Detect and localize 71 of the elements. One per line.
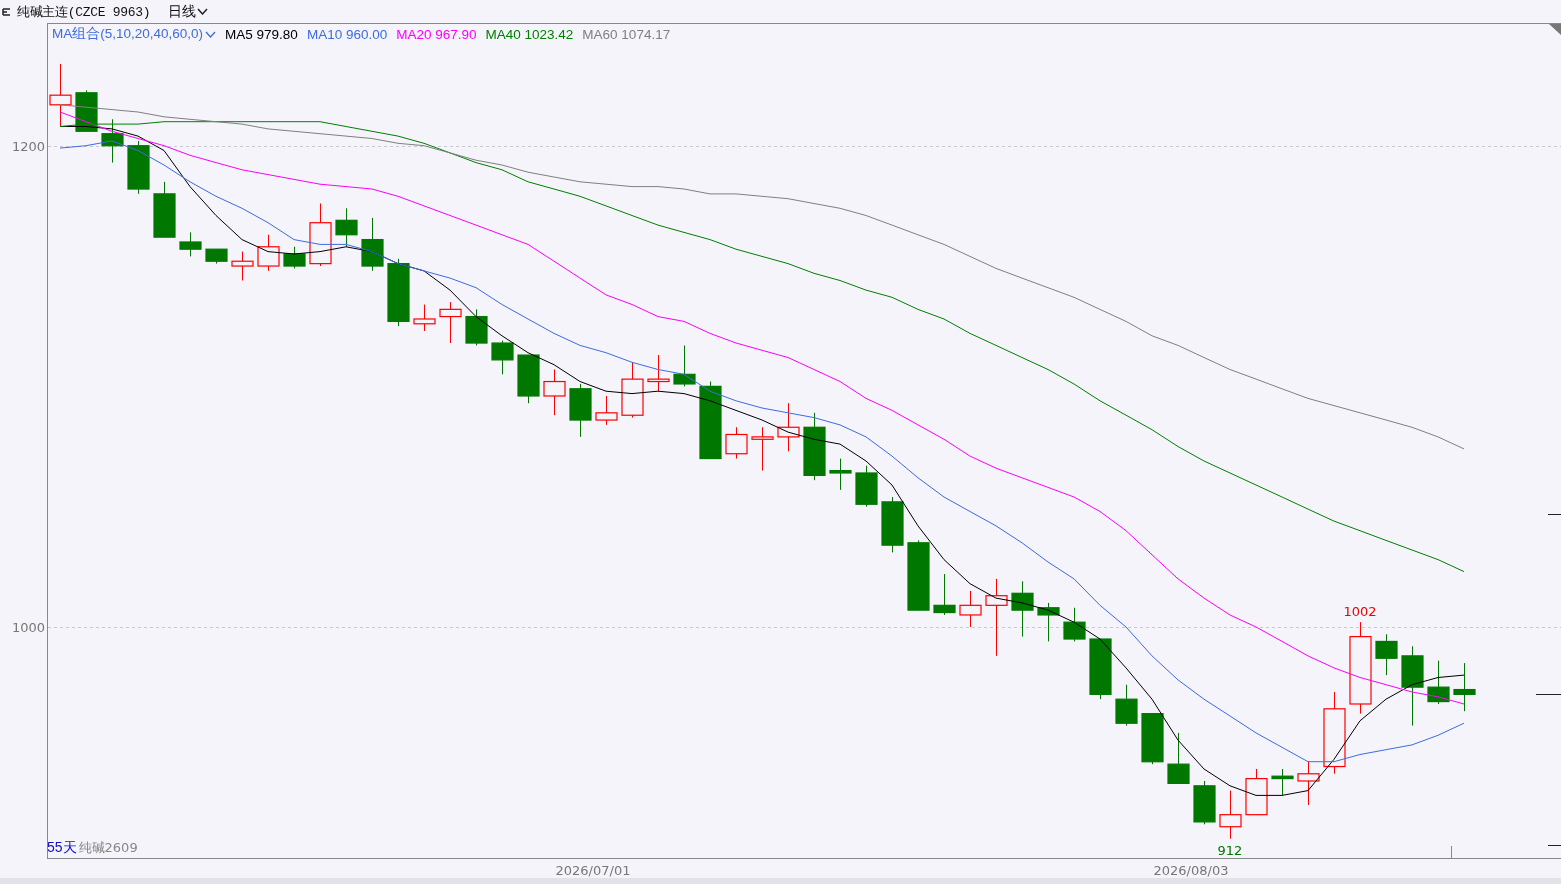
candlestick	[1375, 633, 1398, 676]
candlestick	[881, 496, 904, 553]
candlestick	[257, 234, 280, 272]
price-label: 1002	[1343, 604, 1377, 620]
candlestick	[907, 539, 930, 611]
candlestick	[1115, 684, 1138, 727]
candlestick	[517, 354, 540, 404]
candlestick	[1063, 607, 1086, 642]
candlestick	[491, 340, 514, 375]
candlestick	[127, 140, 150, 195]
candlestick	[49, 63, 72, 127]
bar-count: 55天	[47, 839, 77, 857]
candlestick	[673, 344, 696, 387]
period-dropdown[interactable]: 日线	[168, 2, 209, 21]
candlestick	[829, 458, 852, 491]
price-marker	[1535, 694, 1561, 695]
candlestick	[1453, 662, 1476, 712]
candlestick	[803, 412, 826, 481]
corner-icon[interactable]	[1549, 24, 1561, 35]
candlestick	[205, 248, 228, 265]
candlestick	[153, 181, 176, 238]
candlestick	[361, 217, 384, 272]
candlestick	[439, 301, 462, 344]
candlestick	[1427, 660, 1450, 705]
price-label: 912	[1217, 842, 1243, 858]
axis-label: 1000	[11, 620, 45, 635]
candlestick	[1219, 790, 1242, 840]
axis-label: 2026/08/03	[1153, 863, 1229, 878]
candlestick	[647, 354, 670, 392]
candlestick	[231, 251, 254, 281]
candlestick	[1089, 638, 1112, 700]
candlestick	[1011, 580, 1034, 638]
candlestick	[725, 426, 748, 460]
contract-label: 纯碱2609	[78, 839, 138, 857]
candlestick	[283, 246, 306, 269]
candlestick	[543, 369, 566, 416]
indicator-dropdown[interactable]: MA组合(5,10,20,40,60,0)	[52, 25, 217, 43]
candlestick	[1271, 768, 1294, 796]
tick-mark	[1547, 845, 1561, 846]
candlestick	[1245, 768, 1268, 816]
indicator-value: MA5 979.80	[225, 26, 298, 42]
caret-icon	[205, 30, 217, 38]
candlestick	[465, 308, 488, 346]
instrument-title: 纯碱主连(CZCE 9963)	[17, 3, 151, 21]
candlestick	[959, 590, 982, 628]
candlestick	[1037, 602, 1060, 642]
candlestick	[179, 231, 202, 257]
caret-icon	[197, 8, 209, 15]
axis-label: 1200	[11, 138, 45, 154]
indicator-value: MA20 967.90	[396, 26, 477, 42]
indicator-value: MA60 1074.17	[582, 26, 671, 42]
candlestick	[621, 361, 644, 419]
candlestick	[1167, 732, 1190, 784]
candlestick	[413, 304, 436, 332]
candlestick	[1141, 713, 1164, 765]
tick-mark	[1547, 514, 1561, 515]
axis-label: 2026/07/01	[555, 863, 631, 878]
candlestick	[595, 395, 618, 426]
candlestick	[933, 573, 956, 616]
candlestick	[387, 258, 410, 327]
candlestick	[1193, 780, 1216, 825]
indicator-value: MA10 960.00	[306, 26, 388, 42]
candlestick	[855, 465, 878, 508]
indicator-value: MA40 1023.42	[485, 26, 574, 42]
candlestick	[1297, 761, 1320, 806]
candlestick	[777, 402, 800, 452]
candlestick	[101, 118, 124, 164]
candlestick	[751, 426, 774, 472]
candlestick	[309, 203, 332, 267]
candlestick	[335, 207, 358, 248]
candlestick	[569, 383, 592, 438]
